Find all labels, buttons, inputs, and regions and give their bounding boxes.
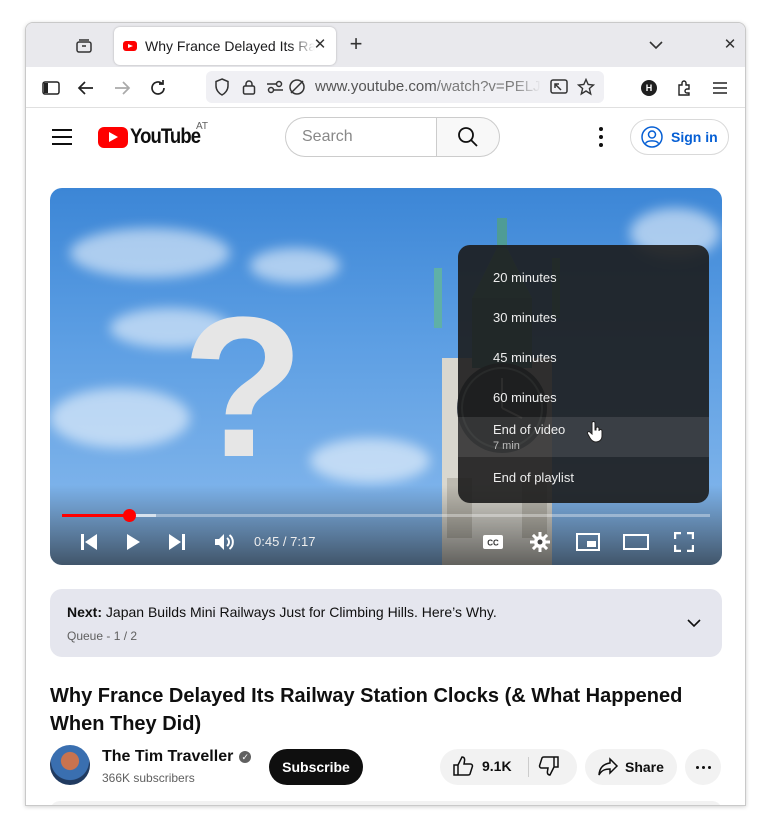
navigation-bar: www.youtube.com/watch?v=PELJ H (26, 67, 745, 108)
sleep-timer-option[interactable]: 60 minutes (458, 377, 709, 417)
sidebar-toggle-icon[interactable] (40, 77, 62, 99)
video-player[interactable]: ? 20 minutes 30 minutes 45 minutes 60 minut… (50, 188, 722, 565)
sleep-timer-menu: 20 minutes 30 minutes 45 minutes 60 minutes… (458, 245, 709, 503)
permissions-icon[interactable] (266, 78, 284, 96)
bookmark-star-icon[interactable] (577, 78, 595, 96)
description-box[interactable] (50, 801, 722, 805)
question-mark-graphic: ? (182, 276, 305, 499)
queue-position: Queue - 1 / 2 (67, 629, 138, 643)
lock-icon[interactable] (240, 78, 258, 96)
captions-icon[interactable]: CC (480, 529, 506, 555)
youtube-header: YouTube AT Search Sign in (26, 109, 745, 165)
sign-in-button[interactable]: Sign in (630, 119, 729, 155)
hand-pointer-cursor-icon (586, 421, 603, 443)
sleep-timer-option[interactable]: 45 minutes (458, 337, 709, 377)
like-button[interactable]: 9.1K (452, 755, 512, 777)
verified-check-icon: ✓ (239, 751, 252, 763)
thumbs-down-icon (538, 756, 559, 776)
sleep-timer-option-label: 60 minutes (493, 389, 557, 405)
search-input[interactable]: Search (285, 117, 437, 157)
country-code: AT (196, 121, 209, 132)
miniplayer-icon[interactable] (575, 529, 601, 555)
play-icon[interactable] (120, 529, 146, 555)
channel-avatar[interactable] (50, 745, 90, 785)
sleep-timer-option[interactable]: 20 minutes (458, 257, 709, 297)
sleep-timer-option-label: 45 minutes (493, 349, 557, 365)
expand-chevron-icon[interactable] (686, 615, 702, 636)
next-icon[interactable] (164, 529, 190, 555)
fullscreen-icon[interactable] (671, 529, 697, 555)
tracking-blocked-icon[interactable] (288, 78, 306, 96)
window-close-icon[interactable]: ✕ (720, 35, 740, 55)
sleep-timer-option[interactable]: End of video 7 min (458, 417, 709, 457)
address-bar[interactable]: www.youtube.com/watch?v=PELJ (206, 71, 604, 103)
time-display: 0:45 / 7:17 (254, 534, 316, 549)
theater-mode-icon[interactable] (623, 529, 649, 555)
share-button[interactable]: Share (585, 749, 677, 785)
forward-arrow-icon[interactable] (111, 77, 133, 99)
browser-window: Why France Delayed Its Railway Station C… (25, 22, 746, 806)
sleep-timer-option-label: End of playlist (493, 469, 574, 485)
search-button[interactable] (436, 117, 500, 157)
tab-strip: Why France Delayed Its Railway Station C… (26, 23, 745, 67)
reload-icon[interactable] (147, 77, 169, 99)
svg-text:CC: CC (487, 539, 499, 548)
new-tab-icon[interactable]: + (346, 33, 366, 55)
back-arrow-icon[interactable] (75, 77, 97, 99)
app-menu-icon[interactable] (709, 77, 731, 99)
tab-overview-icon[interactable] (72, 35, 96, 57)
playlist-queue-bar[interactable]: Next: Japan Builds Mini Railways Just fo… (50, 589, 722, 657)
settings-gear-icon[interactable] (527, 529, 553, 555)
youtube-favicon-icon (123, 41, 137, 51)
like-dislike-group: 9.1K (440, 749, 577, 785)
sleep-timer-option-label: 20 minutes (493, 269, 557, 285)
search-icon (458, 127, 478, 147)
sleep-timer-option[interactable]: End of playlist (458, 457, 709, 497)
scrubber-handle[interactable] (122, 509, 136, 522)
youtube-logo[interactable]: YouTube (98, 125, 210, 148)
tab-title: Why France Delayed Its Railway Station C… (145, 38, 315, 54)
tab-close-icon[interactable]: ✕ (312, 37, 328, 53)
extensions-icon[interactable] (674, 77, 696, 99)
previous-icon[interactable] (76, 529, 102, 555)
sleep-timer-option[interactable]: 30 minutes (458, 297, 709, 337)
next-video[interactable]: Next: Japan Builds Mini Railways Just fo… (67, 604, 497, 620)
youtube-play-logo-icon (98, 126, 128, 148)
settings-more-icon[interactable] (598, 127, 604, 147)
shield-icon[interactable] (213, 78, 231, 96)
guide-menu-icon[interactable] (52, 129, 72, 145)
progress-bar[interactable] (62, 509, 710, 522)
video-title: Why France Delayed Its Railway Station C… (50, 685, 683, 735)
account-icon (641, 126, 663, 148)
picture-in-picture-icon[interactable] (550, 78, 568, 96)
tab-active[interactable]: Why France Delayed Its Railway Station C… (114, 27, 336, 65)
url-text: www.youtube.com/watch?v=PELJ (315, 78, 541, 95)
thumbs-up-icon (453, 756, 474, 776)
share-arrow-icon (598, 757, 619, 776)
sleep-timer-option-label: 30 minutes (493, 309, 557, 325)
volume-icon[interactable] (211, 529, 237, 555)
dislike-button[interactable] (538, 755, 560, 782)
subscriber-count: 366K subscribers (102, 771, 195, 785)
channel-name[interactable]: The Tim Traveller ✓ (102, 748, 252, 766)
profile-avatar[interactable]: H (641, 80, 657, 96)
played-bar (62, 514, 129, 517)
chevron-down-icon[interactable] (646, 35, 666, 55)
subscribe-button[interactable]: Subscribe (269, 749, 363, 785)
more-actions-button[interactable] (685, 749, 721, 785)
